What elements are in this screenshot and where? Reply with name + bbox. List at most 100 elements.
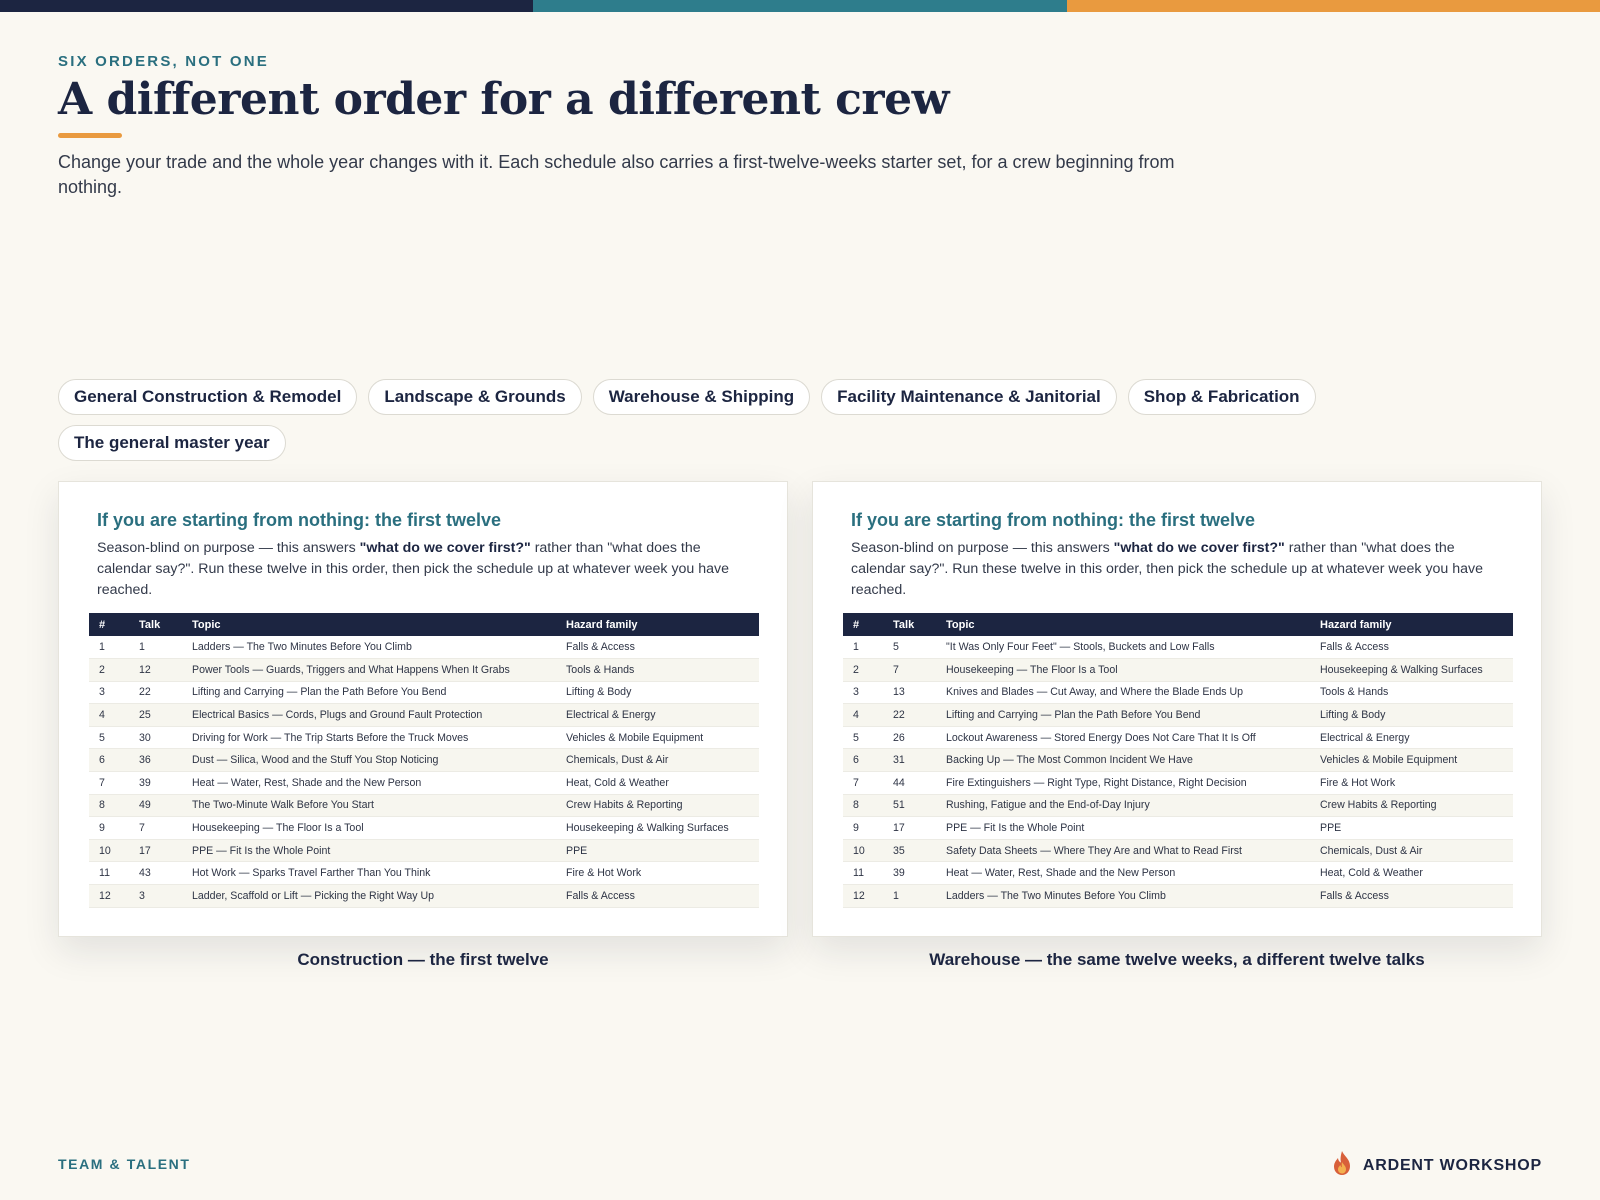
talk-number: 5 (883, 636, 936, 660)
topic: Knives and Blades — Cut Away, and Where … (936, 681, 1310, 705)
table-row: 7 39 Heat — Water, Rest, Shade and the New… (89, 771, 759, 795)
row-number: 10 (89, 839, 129, 863)
row-number: 11 (89, 861, 129, 886)
page-lede: Change your trade and the whole year cha… (58, 152, 1175, 197)
talk-number: 7 (129, 816, 182, 840)
accent-segment-teal (533, 0, 1067, 12)
eyebrow-label: SIX ORDERS, NOT ONE (58, 53, 269, 70)
desc-emphasis: "what do we cover first?" (1113, 540, 1285, 556)
accent-segment-orange (1066, 0, 1600, 12)
col-header-hazard: Hazard family (1320, 618, 1392, 631)
panel-caption-construction: Construction — the first twelve (297, 950, 549, 969)
table-row: 11 39 Heat — Water, Rest, Shade and the Ne… (843, 861, 1513, 886)
trade-chip-landscape[interactable]: Landscape & Grounds (368, 379, 582, 415)
trade-chip-general-construction[interactable]: General Construction & Remodel (58, 379, 358, 415)
talk-number: 44 (883, 771, 936, 795)
table-row: 12 1 Ladders — The Two Minutes Before You … (843, 884, 1513, 908)
row-number: 8 (89, 794, 129, 818)
table-row: 8 49 The Two-Minute Walk Before You Start C… (89, 794, 759, 818)
table-row: 5 26 Lockout Awareness — Stored Energy Doe… (843, 726, 1513, 750)
topic: "It Was Only Four Feet" — Stools, Bucket… (936, 636, 1310, 660)
talk-number: 17 (129, 839, 182, 863)
table-row: 8 51 Rushing, Fatigue and the End-of-Day I… (843, 794, 1513, 818)
row-number: 6 (89, 748, 129, 773)
row-number: 12 (843, 884, 883, 908)
topic: Ladders — The Two Minutes Before You Cli… (936, 884, 1310, 908)
row-number: 5 (843, 726, 883, 750)
col-header-talk: Talk (139, 618, 161, 631)
topic: Lifting and Carrying — Plan the Path Bef… (936, 703, 1310, 727)
row-number: 9 (89, 816, 129, 840)
trade-chip-general-master-year[interactable]: The general master year (58, 425, 286, 461)
topic: Heat — Water, Rest, Shade and the New Pe… (182, 771, 556, 795)
hazard-family: Lifting & Body (556, 681, 759, 705)
table-row: 4 22 Lifting and Carrying — Plan the Path … (843, 703, 1513, 727)
table-row: 11 43 Hot Work — Sparks Travel Farther Tha… (89, 861, 759, 886)
panel-heading: If you are starting from nothing: the fi… (851, 510, 1256, 530)
topic: Driving for Work — The Trip Starts Befor… (182, 726, 556, 750)
talk-number: 25 (129, 703, 182, 727)
talk-number: 13 (883, 681, 936, 705)
table-row: 2 12 Power Tools — Guards, Triggers and Wh… (89, 658, 759, 682)
hazard-family: Chemicals, Dust & Air (556, 748, 759, 773)
talk-number: 3 (129, 884, 182, 908)
hazard-family: PPE (556, 839, 759, 863)
topic: Ladders — The Two Minutes Before You Cli… (182, 636, 556, 660)
hazard-family: Falls & Access (556, 884, 759, 908)
hazard-family: Housekeeping & Walking Surfaces (556, 816, 759, 840)
talk-number: 49 (129, 794, 182, 818)
topic: Electrical Basics — Cords, Plugs and Gro… (182, 703, 556, 727)
hazard-family: Vehicles & Mobile Equipment (556, 726, 759, 750)
table-row: 10 35 Safety Data Sheets — Where They Are … (843, 839, 1513, 863)
schedule-panel-warehouse: If you are starting from nothing: the fi… (812, 481, 1542, 937)
footer-section-label: TEAM & TALENT (58, 1156, 191, 1172)
first-twelve-table: # Talk Topic Hazard family 1 1 Ladders — T… (89, 613, 759, 908)
brand-name: ARDENT WORKSHOP (1362, 1156, 1542, 1174)
hazard-family: Electrical & Energy (1310, 726, 1513, 750)
topic: Fire Extinguishers — Right Type, Right D… (936, 771, 1310, 795)
panel-caption-warehouse: Warehouse — the same twelve weeks, a dif… (929, 950, 1425, 969)
hazard-family: Fire & Hot Work (1310, 771, 1513, 795)
title-underline (58, 133, 122, 138)
hazard-family: PPE (1310, 816, 1513, 840)
row-number: 12 (89, 884, 129, 908)
table-row: 5 30 Driving for Work — The Trip Starts Be… (89, 726, 759, 750)
flame-icon (1331, 1150, 1353, 1181)
table-row: 2 7 Housekeeping — The Floor Is a Tool Hous… (843, 658, 1513, 682)
accent-segment-navy (0, 0, 534, 12)
topic: Housekeeping — The Floor Is a Tool (936, 658, 1310, 682)
panel-heading: If you are starting from nothing: the fi… (97, 510, 502, 530)
trade-chip-warehouse[interactable]: Warehouse & Shipping (592, 379, 811, 415)
topic: Dust — Silica, Wood and the Stuff You St… (182, 748, 556, 773)
row-number: 2 (843, 658, 883, 682)
hazard-family: Vehicles & Mobile Equipment (1310, 748, 1513, 773)
talk-number: 39 (883, 861, 936, 886)
trade-selector: General Construction & Remodel Landscape… (58, 379, 1358, 461)
row-number: 7 (843, 771, 883, 795)
trade-chip-shop-fabrication[interactable]: Shop & Fabrication (1127, 379, 1316, 415)
hazard-family: Falls & Access (1310, 884, 1513, 908)
trade-chip-facility-maintenance[interactable]: Facility Maintenance & Janitorial (821, 379, 1117, 415)
hazard-family: Crew Habits & Reporting (556, 794, 759, 818)
row-number: 1 (843, 636, 883, 660)
desc-text: Season-blind on purpose — this answers (851, 540, 1114, 556)
table-header-row: # Talk Topic Hazard family (89, 613, 759, 636)
table-row: 9 7 Housekeeping — The Floor Is a Tool Hous… (89, 816, 759, 840)
hazard-family: Heat, Cold & Weather (1310, 861, 1513, 886)
row-number: 7 (89, 771, 129, 795)
talk-number: 1 (883, 884, 936, 908)
hazard-family: Electrical & Energy (556, 703, 759, 727)
talk-number: 17 (883, 816, 936, 840)
hazard-family: Fire & Hot Work (556, 861, 759, 886)
page-title: A different order for a different crew (58, 74, 949, 125)
col-header-hazard: Hazard family (566, 618, 638, 631)
col-header-talk: Talk (893, 618, 915, 631)
row-number: 1 (89, 636, 129, 660)
row-number: 3 (89, 681, 129, 705)
table-row: 7 44 Fire Extinguishers — Right Type, Righ… (843, 771, 1513, 795)
col-header-number: # (853, 618, 860, 631)
schedule-panel-construction: If you are starting from nothing: the fi… (58, 481, 788, 937)
hazard-family: Housekeeping & Walking Surfaces (1310, 658, 1513, 682)
talk-number: 51 (883, 794, 936, 818)
talk-number: 30 (129, 726, 182, 750)
